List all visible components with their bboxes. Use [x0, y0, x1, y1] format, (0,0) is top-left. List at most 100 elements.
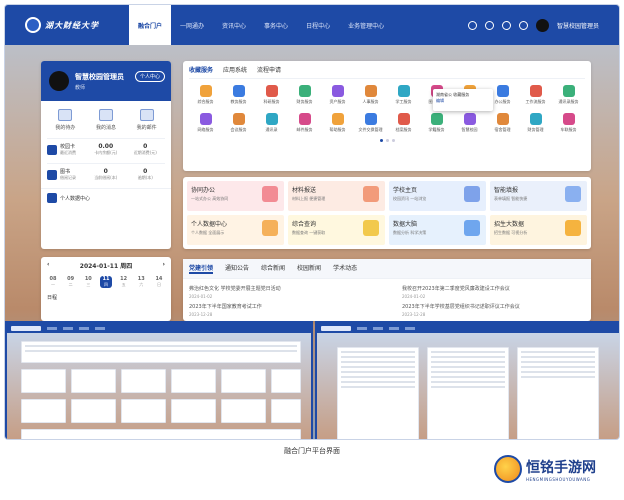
thumbnail-block	[221, 399, 266, 423]
tab-party[interactable]: 党建引领	[189, 263, 214, 274]
thumbnail-line	[341, 356, 415, 358]
pager-dot[interactable]	[385, 139, 389, 142]
day-weekday: 六	[139, 282, 144, 287]
app-item[interactable]: 智慧校园	[453, 113, 486, 133]
search-icon[interactable]	[467, 20, 477, 30]
app-label: 帮助服务	[329, 127, 346, 132]
thumbnail-block	[21, 399, 66, 423]
thumbnail-line	[341, 381, 415, 383]
app-item[interactable]: 会议服务	[222, 113, 255, 133]
service-tile[interactable]: 综合查询 数据查询 一键获取	[288, 215, 385, 245]
news-item[interactable]: 2023年下半年国家教育考试工作	[189, 303, 372, 310]
calendar-day[interactable]: 12 五	[118, 276, 130, 288]
service-tile[interactable]: 协同办公 一站式办公 高效协同	[187, 181, 284, 211]
app-item[interactable]: 财务管理	[519, 113, 552, 133]
thumbnail-block	[271, 399, 301, 423]
news-date: 2023-12-28	[402, 312, 426, 317]
app-label: 智慧校园	[461, 127, 478, 132]
service-tile[interactable]: 数据大脑 数据分析 科学决策	[389, 215, 486, 245]
card-icon	[47, 144, 57, 155]
app-item[interactable]: 帮助服务	[321, 113, 354, 133]
quick-messages[interactable]: 我的消息	[96, 109, 116, 131]
app-label: 文件交换管理	[358, 127, 383, 132]
app-item[interactable]: 工作流服务	[519, 85, 552, 105]
nav-affairs-center[interactable]: 事务中心	[255, 5, 297, 45]
app-item[interactable]: 网络服务	[189, 113, 222, 133]
personal-data-center-link[interactable]: 个人数据中心	[41, 188, 171, 207]
app-item[interactable]: 通讯录	[255, 113, 288, 133]
nav-portal[interactable]: 融合门户	[129, 5, 172, 45]
app-icon	[529, 85, 542, 97]
pager-dots	[189, 139, 585, 142]
news-date: 2023-12-28	[189, 312, 213, 317]
thumbnail-line	[341, 366, 415, 368]
thumbnail-block	[21, 429, 301, 439]
app-item[interactable]: 通讯录服务	[552, 85, 585, 105]
news-item[interactable]: 我校召开2023年第二季度党风廉政建设工作会议	[402, 285, 585, 292]
app-item[interactable]: 综合服务	[189, 85, 222, 105]
tab-systems[interactable]: 应用系统	[223, 65, 247, 74]
quick-todo[interactable]: 我的待办	[55, 109, 75, 131]
news-column-left: 弗治红色文化 学校党委开展主题党日活动 2024-01-02 2023年下半年国…	[189, 285, 372, 321]
app-label: 人事服务	[362, 99, 379, 104]
grid-icon[interactable]	[518, 20, 528, 30]
quick-mail[interactable]: 我的邮件	[137, 109, 157, 131]
services-card: 协同办公 一站式办公 高效协同 材料报送 材料上报 便捷管理 学校主页 校园资讯 一站浏览…	[183, 177, 591, 249]
calendar-prev-icon[interactable]: ‹	[47, 261, 49, 270]
tab-notices[interactable]: 通知公告	[225, 263, 249, 274]
app-item[interactable]: 宿舍管理	[486, 113, 519, 133]
calendar-day-selected[interactable]: 11 四	[99, 276, 112, 288]
tab-campus-news[interactable]: 校园新闻	[297, 263, 321, 274]
nav-one-stop[interactable]: 一网通办	[171, 5, 213, 45]
service-tile[interactable]: 招生大数据 招生数据 可视分析	[490, 215, 587, 245]
service-tile[interactable]: 个人数据中心 个人数据 全面展示	[187, 215, 284, 245]
thumbnail-news-column	[337, 347, 419, 439]
library-overdue-label: 逾期(本)	[137, 175, 153, 180]
service-tile[interactable]: 智能填报 表单填报 智能快捷	[490, 181, 587, 211]
pager-dot-active[interactable]	[379, 139, 383, 142]
app-item[interactable]: 教务服务	[222, 85, 255, 105]
nav-business-center[interactable]: 业务管理中心	[339, 5, 393, 45]
app-item[interactable]: 人事服务	[354, 85, 387, 105]
tab-process[interactable]: 流程申请	[257, 65, 281, 74]
pager-dot[interactable]	[391, 139, 395, 142]
popup-edit-link[interactable]: 编辑	[436, 98, 490, 104]
calendar-day[interactable]: 08 一	[47, 276, 59, 288]
calendar-next-icon[interactable]: ›	[163, 261, 165, 270]
news-item[interactable]: 弗治红色文化 学校党委开展主题党日活动	[189, 285, 372, 292]
thumbnail-line	[431, 361, 505, 363]
nav-schedule-center[interactable]: 日程中心	[297, 5, 339, 45]
calendar-day[interactable]: 13 六	[135, 276, 147, 288]
app-item[interactable]: 文件交换管理	[354, 113, 387, 133]
service-tile[interactable]: 材料报送 材料上报 便捷管理	[288, 181, 385, 211]
service-tile[interactable]: 学校主页 校园资讯 一站浏览	[389, 181, 486, 211]
app-icon	[397, 113, 410, 125]
app-item[interactable]: 科研服务	[255, 85, 288, 105]
app-icon	[562, 85, 575, 97]
user-avatar[interactable]	[535, 18, 549, 32]
app-item[interactable]: 档案服务	[387, 113, 420, 133]
calendar-day[interactable]: 10 三	[82, 276, 94, 288]
news-item[interactable]: 2023年下半年学校基层党组织书记述职评议工作会议	[402, 303, 585, 310]
university-logo[interactable]: 湖大财经大学	[25, 17, 115, 33]
campus-card-row[interactable]: 校园卡 最近消费 0.00 卡内余额(元) 0 近期消费(元)	[47, 138, 165, 160]
app-icon	[397, 85, 410, 97]
app-item[interactable]: 学工服务	[387, 85, 420, 105]
library-row[interactable]: 图书 借阅记录 0 当前借阅(本) 0 逾期(本)	[47, 163, 165, 185]
app-item[interactable]: 财务服务	[288, 85, 321, 105]
header-user-name[interactable]: 智慧校园管理员	[557, 21, 599, 30]
app-item[interactable]: 资产服务	[321, 85, 354, 105]
message-icon[interactable]	[484, 20, 494, 30]
calendar-day[interactable]: 09 二	[65, 276, 77, 288]
settings-icon[interactable]	[501, 20, 511, 30]
app-item[interactable]: 邮件服务	[288, 113, 321, 133]
personal-center-button[interactable]: 个人中心	[134, 71, 165, 82]
calendar-day[interactable]: 14 日	[153, 276, 165, 288]
tab-favorites[interactable]: 收藏服务	[189, 65, 213, 74]
app-item[interactable]: 车联服务	[552, 113, 585, 133]
tab-academic[interactable]: 学术动态	[333, 263, 357, 274]
campus-card-label: 校园卡 最近消费	[60, 143, 86, 156]
app-item[interactable]: 学籍服务	[420, 113, 453, 133]
tab-general-news[interactable]: 综合新闻	[261, 263, 285, 274]
nav-news-center[interactable]: 资讯中心	[213, 5, 255, 45]
